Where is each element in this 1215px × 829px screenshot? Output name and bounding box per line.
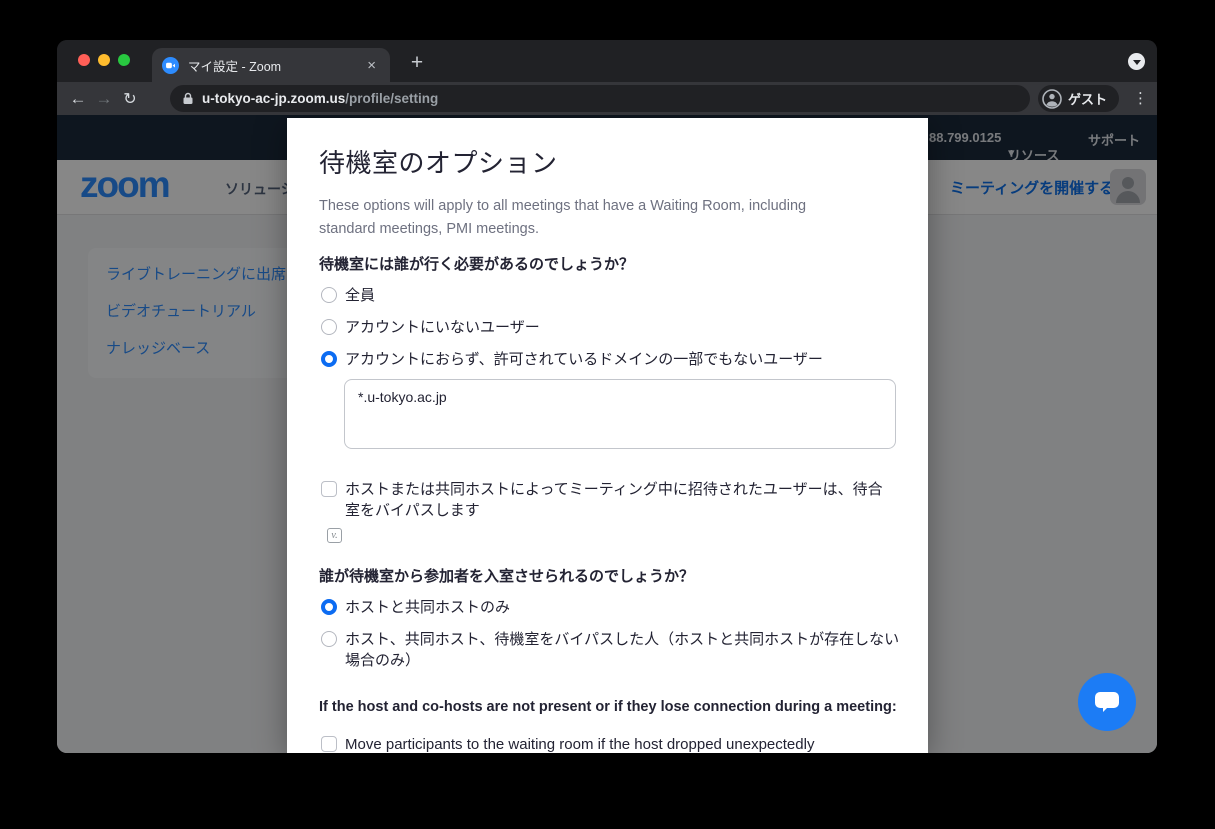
radio-option-users-not-in-allowed-domains[interactable]: アカウントにおらず、許可されているドメインの一部でもないユーザー	[321, 349, 823, 370]
radio-selected-icon[interactable]	[321, 599, 337, 615]
url-host: u-tokyo-ac-jp.zoom.us	[202, 91, 345, 106]
move-participants-checkbox-row[interactable]: Move participants to the waiting room if…	[321, 734, 814, 753]
waiting-room-options-dialog: 待機室のオプション These options will apply to al…	[287, 118, 928, 753]
browser-toolbar: ← → ↻ u-tokyo-ac-jp.zoom.us/profile/sett…	[57, 82, 1157, 115]
new-tab-button[interactable]: +	[403, 49, 431, 77]
tab-search-button[interactable]	[1128, 53, 1145, 70]
chevron-down-icon	[1133, 60, 1141, 65]
checkbox-icon[interactable]	[321, 736, 337, 752]
radio-icon[interactable]	[321, 287, 337, 303]
bypass-waiting-room-checkbox-row[interactable]: ホストまたは共同ホストによってミーティング中に招待されたユーザーは、待合室をバイ…	[321, 479, 897, 521]
question-who-goes-to-waiting-room: 待機室には誰が行く必要があるのでしょうか？	[319, 253, 634, 274]
browser-menu-button[interactable]: ⋮	[1133, 89, 1148, 108]
close-window-button[interactable]	[78, 54, 90, 66]
radio-icon[interactable]	[321, 319, 337, 335]
support-chat-button[interactable]	[1078, 673, 1136, 731]
broken-image-icon: v.	[327, 528, 342, 543]
tab-strip: マイ設定 - Zoom × +	[57, 40, 1157, 82]
radio-selected-icon[interactable]	[321, 351, 337, 367]
dialog-title: 待機室のオプション	[319, 143, 558, 180]
lock-icon	[182, 92, 194, 105]
dialog-description: These options will apply to all meetings…	[319, 195, 864, 240]
forward-button[interactable]: →	[91, 89, 117, 109]
chat-bubble-icon	[1094, 690, 1120, 714]
radio-icon[interactable]	[321, 631, 337, 647]
zoom-favicon-icon	[162, 57, 179, 74]
close-tab-icon[interactable]: ×	[363, 56, 380, 75]
reload-button[interactable]: ↻	[117, 89, 143, 109]
address-bar[interactable]: u-tokyo-ac-jp.zoom.us/profile/setting	[170, 85, 1030, 112]
back-button[interactable]: ←	[65, 89, 91, 109]
radio-option-host-cohosts-only[interactable]: ホストと共同ホストのみ	[321, 597, 510, 618]
zoom-window-button[interactable]	[118, 54, 130, 66]
browser-window: マイ設定 - Zoom × + ← → ↻ u-tokyo-ac-jp.zoom…	[57, 40, 1157, 753]
page-viewport: 88.799.0125 リソース ▾ サポート zoom ソリューション ミーテ…	[57, 115, 1157, 753]
url-path: /profile/setting	[345, 91, 438, 106]
allowed-domains-input[interactable]: *.u-tokyo.ac.jp	[344, 379, 896, 449]
question-host-not-present: If the host and co-hosts are not present…	[319, 699, 897, 715]
guest-avatar-icon	[1042, 89, 1062, 109]
tab-title: マイ設定 - Zoom	[188, 56, 354, 75]
browser-tab[interactable]: マイ設定 - Zoom ×	[152, 48, 390, 82]
checkbox-icon[interactable]	[321, 481, 337, 497]
radio-option-host-cohosts-bypassers[interactable]: ホスト、共同ホスト、待機室をバイパスした人（ホストと共同ホストが存在しない場合の…	[321, 629, 905, 671]
traffic-lights	[78, 54, 130, 66]
question-who-can-admit: 誰が待機室から参加者を入室させられるのでしょうか？	[319, 565, 694, 586]
guest-profile-label: ゲスト	[1068, 89, 1107, 108]
radio-option-users-not-in-account[interactable]: アカウントにいないユーザー	[321, 317, 540, 338]
radio-option-everyone[interactable]: 全員	[321, 285, 375, 306]
minimize-window-button[interactable]	[98, 54, 110, 66]
browser-profile-button[interactable]: ゲスト	[1038, 85, 1119, 112]
